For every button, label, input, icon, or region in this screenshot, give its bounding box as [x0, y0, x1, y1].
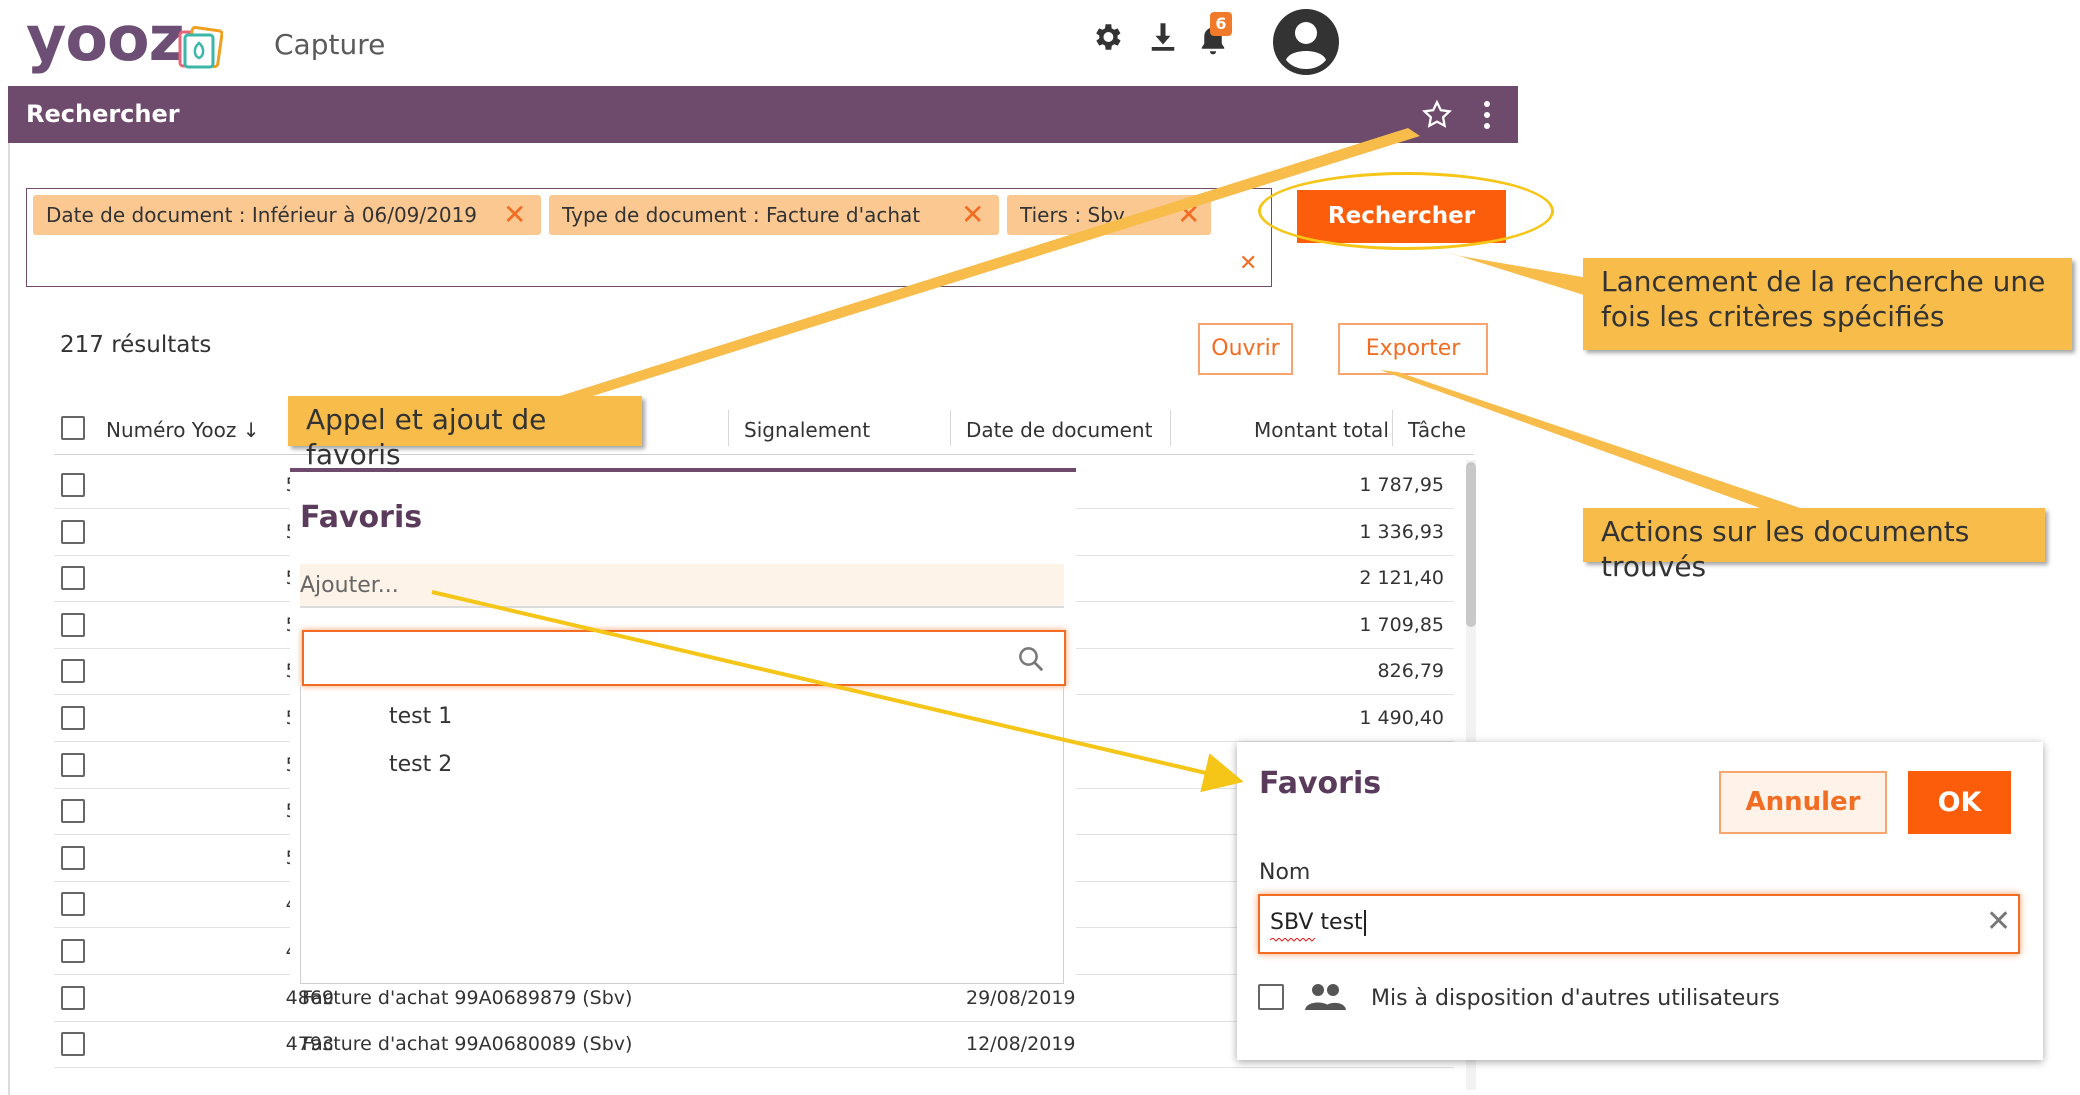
download-icon[interactable] [1148, 20, 1178, 54]
row-checkbox[interactable] [61, 612, 85, 637]
search-title-bar: Rechercher [8, 86, 1518, 143]
pointer-search [1440, 250, 1600, 300]
export-button[interactable]: Exporter [1338, 323, 1488, 375]
row-checkbox[interactable] [61, 659, 85, 684]
favorites-search-input[interactable] [314, 642, 998, 676]
favorite-item-test-1[interactable]: test 1 [389, 704, 452, 729]
row-checkbox[interactable] [61, 939, 85, 963]
name-label: Nom [1259, 860, 1311, 885]
row-date: 12/08/2019 [966, 1033, 1076, 1056]
results-count: 217 résultats [60, 332, 212, 358]
column-header-numero[interactable]: Numéro Yooz ↓ [106, 418, 259, 442]
callout-favorites: Appel et ajout de favoris [288, 396, 642, 471]
clear-criteria-icon[interactable]: ✕ [1239, 251, 1257, 276]
share-checkbox[interactable] [1258, 984, 1284, 1010]
page-title: Rechercher [26, 100, 180, 128]
row-checkbox[interactable] [61, 845, 85, 870]
row-checkbox[interactable] [61, 752, 85, 777]
favorites-panel-title: Favoris [300, 500, 423, 535]
chip-label: Type de document : Facture d'achat [562, 203, 921, 227]
clear-input-icon[interactable]: ✕ [1986, 904, 2011, 939]
row-libelle: Facture d'achat 99A0680089 (Sbv) [302, 1033, 633, 1056]
criteria-chip-date[interactable]: Date de document : Inférieur à 06/09/201… [33, 195, 541, 235]
add-favorite-dialog: Favoris Annuler OK Nom SBV test ✕ Mis à … [1237, 742, 2043, 1060]
chip-remove-icon[interactable]: ✕ [503, 195, 526, 235]
table-scrollbar-thumb[interactable] [1466, 462, 1476, 627]
criteria-chip-type[interactable]: Type de document : Facture d'achat ✕ [549, 195, 999, 235]
share-label: Mis à disposition d'autres utilisateurs [1371, 986, 1780, 1011]
dialog-title: Favoris [1259, 766, 1382, 801]
row-amount: 2 121,40 [1359, 567, 1444, 590]
people-icon [1305, 984, 1346, 1010]
app-title: Capture [274, 28, 386, 61]
column-header-signalement[interactable]: Signalement [744, 418, 870, 442]
user-avatar-icon[interactable] [1272, 8, 1340, 76]
callout-search: Lancement de la recherche une fois les c… [1583, 258, 2072, 350]
favorites-search-field[interactable] [302, 630, 1066, 686]
ok-button[interactable]: OK [1908, 771, 2011, 834]
row-checkbox[interactable] [61, 519, 85, 544]
sort-down-icon[interactable]: ↓ [243, 418, 260, 442]
row-checkbox[interactable] [61, 473, 85, 497]
page-border [8, 143, 10, 1095]
chip-remove-icon[interactable]: ✕ [1173, 195, 1201, 235]
spellcheck-underline [1270, 938, 1316, 942]
search-icon[interactable] [1016, 644, 1046, 674]
row-checkbox[interactable] [61, 985, 85, 1010]
table-header: Numéro Yooz ↓ Signalement Date de docume… [54, 404, 1474, 455]
row-libelle: Facture d'achat 99A0689879 (Sbv) [302, 986, 633, 1009]
select-all-checkbox[interactable] [61, 416, 85, 440]
row-checkbox[interactable] [61, 799, 85, 824]
row-amount: 826,79 [1377, 660, 1444, 683]
search-criteria-box[interactable]: Date de document : Inférieur à 06/09/201… [26, 188, 1272, 287]
criteria-chip-tiers[interactable]: Tiers : Sbv ✕ [1007, 195, 1211, 235]
row-amount: 1 336,93 [1359, 520, 1444, 543]
row-amount: 1 490,40 [1359, 707, 1444, 729]
favorite-name-value[interactable]: SBV test [1270, 910, 1366, 936]
row-checkbox[interactable] [61, 892, 85, 917]
gear-icon[interactable] [1090, 20, 1124, 54]
star-icon[interactable] [1420, 98, 1454, 132]
open-button[interactable]: Ouvrir [1198, 323, 1293, 375]
favorite-item-test-2[interactable]: test 2 [389, 752, 452, 777]
row-checkbox[interactable] [61, 706, 85, 730]
notification-badge: 6 [1210, 12, 1232, 36]
row-checkbox[interactable] [61, 566, 85, 591]
row-checkbox[interactable] [61, 1032, 85, 1057]
column-header-montant[interactable]: Montant total [1254, 418, 1389, 442]
chip-label: Date de document : Inférieur à 06/09/201… [46, 203, 478, 227]
add-favorite-item[interactable]: Ajouter... [300, 564, 1064, 608]
highlight-ellipse [1258, 172, 1554, 250]
more-vertical-icon[interactable] [1480, 100, 1494, 130]
column-header-date[interactable]: Date de document [966, 418, 1152, 442]
logo-cards-icon [178, 26, 223, 69]
favorites-list [300, 686, 1064, 984]
cancel-button[interactable]: Annuler [1719, 771, 1887, 834]
yooz-logo: yooz [26, 2, 185, 75]
column-header-tache[interactable]: Tâche [1408, 418, 1466, 442]
chip-remove-icon[interactable]: ✕ [961, 195, 984, 235]
favorites-panel: Favoris Ajouter... test 1 test 2 [290, 468, 1076, 984]
row-amount: 1 787,95 [1359, 474, 1444, 496]
chip-label: Tiers : Sbv [1020, 203, 1125, 227]
row-date: 29/08/2019 [966, 986, 1076, 1009]
callout-actions: Actions sur les documents trouvés [1583, 508, 2045, 583]
favorite-name-field[interactable]: SBV test ✕ [1258, 894, 2020, 954]
row-amount: 1 709,85 [1359, 613, 1444, 636]
